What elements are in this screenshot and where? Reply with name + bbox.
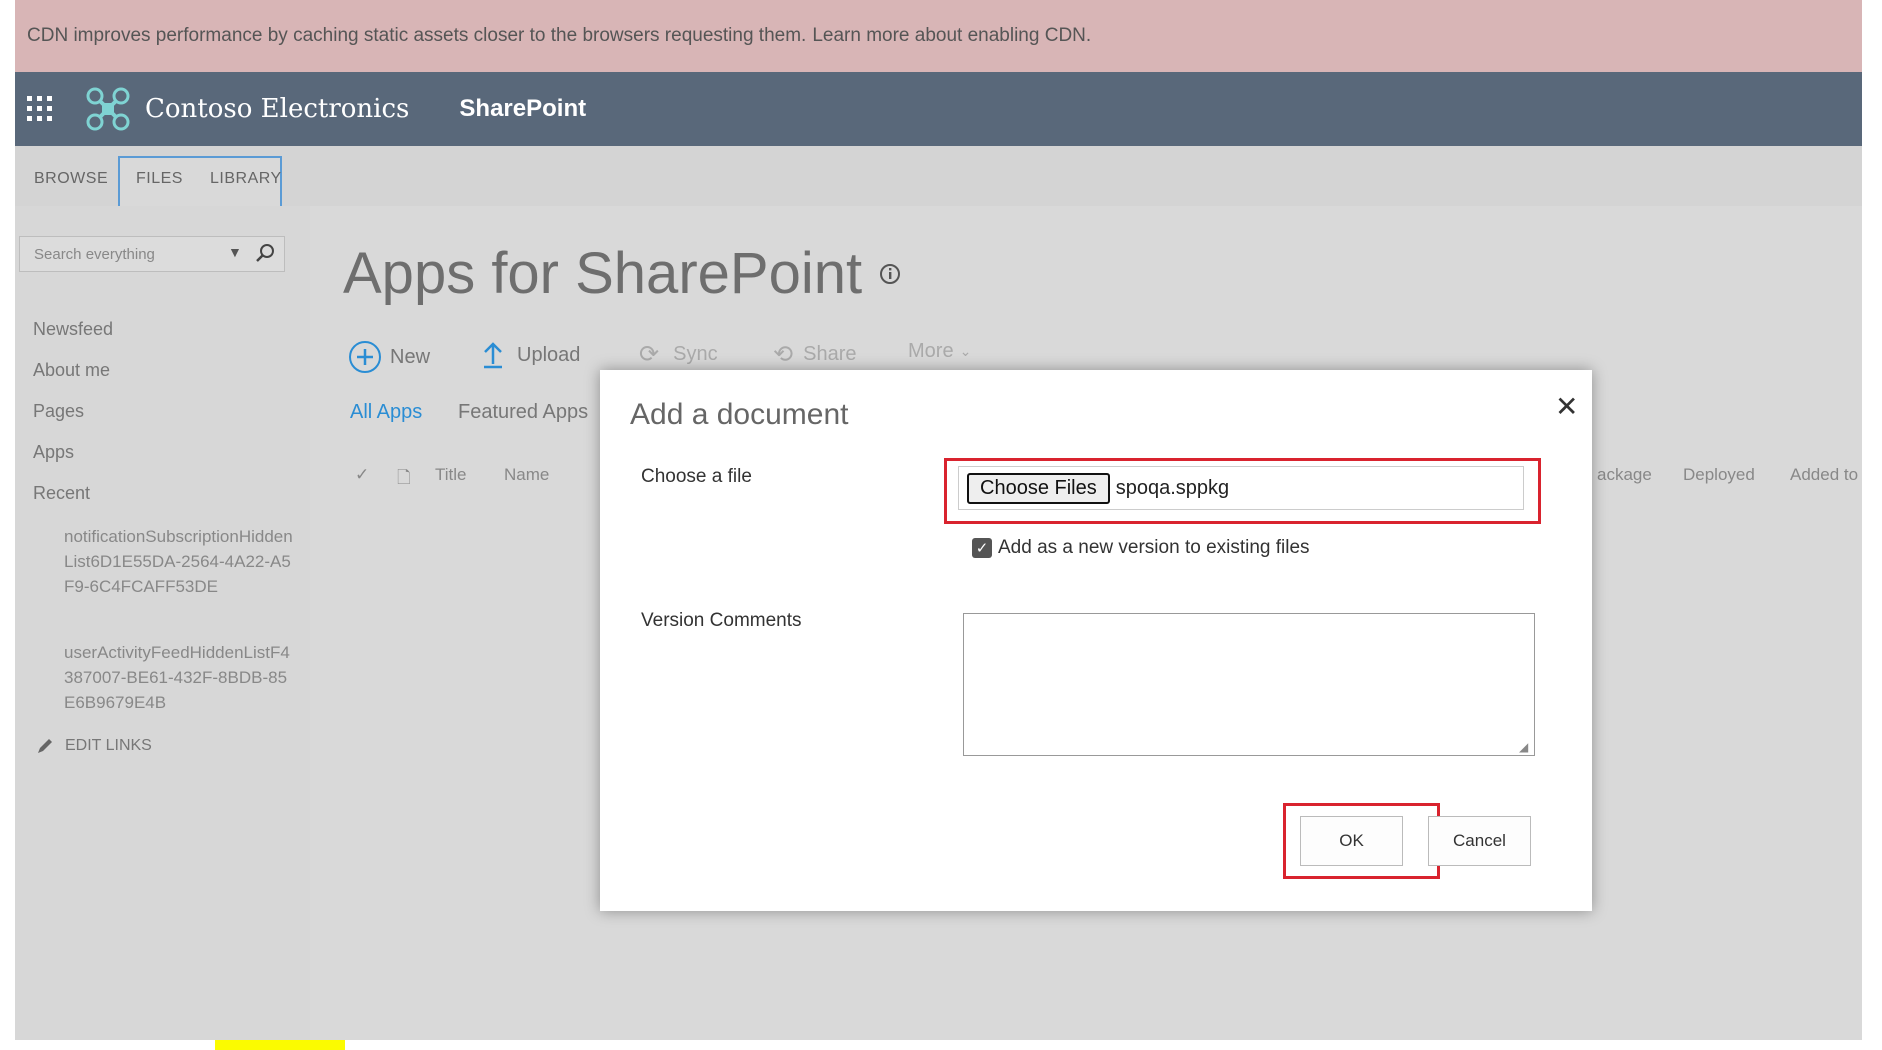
sharepoint-window: CDN improves performance by caching stat… [15, 0, 1862, 1040]
search-icon[interactable] [254, 242, 276, 264]
sync-icon: ⟳ [639, 341, 660, 368]
ribbon: BROWSE FILES LIBRARY [15, 146, 1862, 206]
app-launcher-icon[interactable] [27, 96, 53, 122]
dialog-title: Add a document [630, 398, 849, 431]
page-title-text: Apps for SharePoint [343, 241, 863, 306]
selected-file-name: spoqa.sppkg [1115, 476, 1230, 499]
chevron-down-icon: ⌄ [959, 343, 972, 359]
sync-command[interactable]: ⟳ Sync [639, 340, 718, 369]
upload-label: Upload [517, 343, 581, 366]
upload-arrow-icon [484, 342, 502, 369]
recent-item[interactable]: notificationSubscriptionHiddenList6D1E55… [64, 524, 294, 599]
app-name[interactable]: SharePoint [459, 95, 586, 123]
close-icon[interactable]: ✕ [1555, 390, 1578, 423]
add-circle-icon [349, 341, 381, 373]
version-comments-label: Version Comments [641, 610, 802, 631]
view-all-apps[interactable]: All Apps [350, 401, 422, 424]
nav-about-me[interactable]: About me [33, 360, 110, 381]
edit-links-label: EDIT LINKS [65, 737, 152, 754]
new-label: New [390, 345, 431, 368]
enable-cdn-link[interactable]: Learn more about enabling CDN. [812, 25, 1091, 47]
select-all-checkmark-icon[interactable]: ✓ [355, 465, 369, 485]
choose-files-button[interactable]: Choose Files [967, 472, 1110, 504]
brand-name[interactable]: Contoso Electronics [145, 94, 409, 124]
edit-links-button[interactable]: EDIT LINKS [35, 736, 152, 756]
upload-command[interactable]: Upload [481, 340, 580, 370]
contoso-logo-icon[interactable] [85, 86, 131, 132]
suite-bar: Contoso Electronics SharePoint [15, 72, 1862, 146]
column-added-to[interactable]: Added to [1790, 465, 1858, 485]
sync-label: Sync [673, 343, 718, 365]
nav-apps[interactable]: Apps [33, 442, 74, 463]
search-scope-dropdown-icon[interactable]: ▼ [228, 244, 242, 260]
column-name[interactable]: Name [504, 465, 549, 485]
view-featured-apps[interactable]: Featured Apps [458, 401, 588, 424]
tab-files[interactable]: FILES [136, 170, 183, 188]
new-version-option[interactable]: ✓ Add as a new version to existing files [972, 537, 1310, 559]
new-version-label: Add as a new version to existing files [998, 537, 1310, 558]
column-deployed[interactable]: Deployed [1683, 465, 1755, 485]
file-input[interactable]: Choose Files spoqa.sppkg [958, 466, 1524, 510]
left-navigation: Search everything ▼ Newsfeed About me Pa… [15, 206, 310, 1040]
yellow-highlight-mark [215, 1040, 345, 1050]
add-document-dialog: Add a document ✕ Choose a file Choose Fi… [600, 370, 1592, 911]
page-title: Apps for SharePoint [343, 240, 902, 307]
tab-browse[interactable]: BROWSE [34, 170, 108, 188]
more-command[interactable]: More ⌄ [908, 340, 971, 363]
share-command[interactable]: ⟲ Share [773, 340, 856, 369]
version-comments-textarea[interactable] [963, 613, 1535, 756]
recent-item[interactable]: userActivityFeedHiddenListF4387007-BE61-… [64, 640, 294, 715]
choose-file-label: Choose a file [641, 466, 752, 487]
more-label: More [908, 340, 954, 362]
new-version-checkbox[interactable]: ✓ [972, 538, 992, 558]
info-icon[interactable] [878, 262, 902, 286]
share-icon: ⟲ [773, 341, 794, 368]
cdn-notification-bar: CDN improves performance by caching stat… [15, 0, 1862, 72]
new-command[interactable]: New [348, 340, 430, 374]
column-package[interactable]: ackage [1597, 465, 1652, 485]
nav-pages[interactable]: Pages [33, 401, 84, 422]
nav-recent[interactable]: Recent [33, 483, 90, 504]
ok-button[interactable]: OK [1300, 816, 1403, 866]
search-box[interactable]: Search everything ▼ [19, 236, 285, 272]
nav-newsfeed[interactable]: Newsfeed [33, 319, 113, 340]
tab-library[interactable]: LIBRARY [210, 170, 282, 188]
search-input[interactable]: Search everything [34, 246, 155, 263]
cancel-button[interactable]: Cancel [1428, 816, 1531, 866]
share-label: Share [803, 343, 857, 365]
file-type-icon: 🗋 [397, 468, 411, 487]
notice-text: CDN improves performance by caching stat… [27, 25, 807, 46]
pencil-icon [38, 739, 52, 753]
column-title[interactable]: Title [435, 465, 467, 485]
resize-grip-icon[interactable]: ◢ [1519, 740, 1528, 754]
